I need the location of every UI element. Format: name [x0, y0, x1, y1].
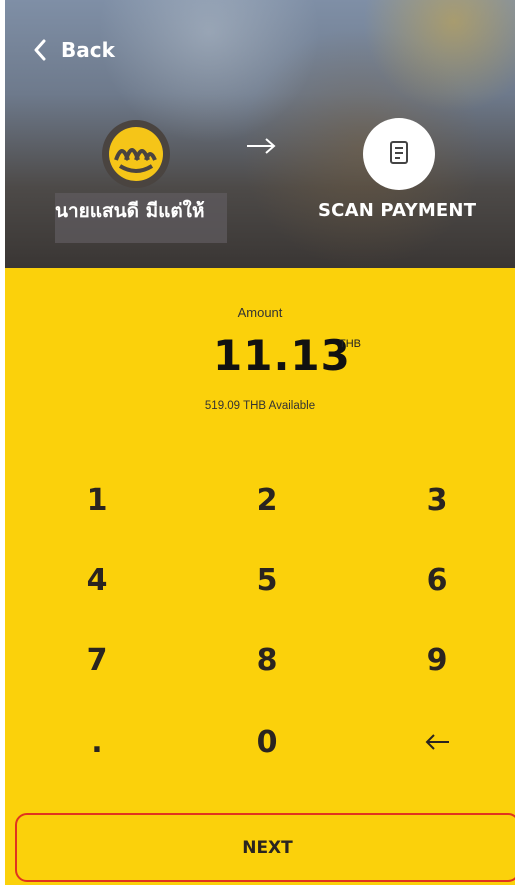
key-6[interactable]: 6: [387, 552, 487, 608]
next-label: NEXT: [242, 837, 293, 858]
key-7[interactable]: 7: [47, 632, 147, 688]
chevron-left-icon: [34, 39, 46, 61]
backspace-arrow-icon: [425, 734, 449, 750]
payee-name: นายแสนดี มีแต่ให้: [55, 200, 205, 222]
arrow-right-icon: [245, 136, 277, 160]
header-banner: Back นายแสนดี มีแต่ให้ SCAN PAYMENT: [5, 0, 515, 268]
bank-logo-icon: [102, 120, 170, 188]
key-decimal[interactable]: .: [47, 714, 147, 770]
scan-payment-label: SCAN PAYMENT: [318, 200, 477, 221]
key-9[interactable]: 9: [387, 632, 487, 688]
back-button[interactable]: Back: [33, 38, 115, 62]
key-4[interactable]: 4: [47, 552, 147, 608]
amount-value: 11.13: [213, 331, 351, 380]
backspace-button[interactable]: [387, 714, 487, 770]
key-3[interactable]: 3: [387, 472, 487, 528]
receipt-icon: [363, 118, 435, 190]
available-balance: 519.09 THB Available: [204, 400, 316, 412]
key-1[interactable]: 1: [47, 472, 147, 528]
key-0[interactable]: 0: [217, 714, 317, 770]
amount-currency: THB: [339, 338, 361, 350]
next-button[interactable]: NEXT: [15, 813, 515, 882]
key-2[interactable]: 2: [217, 472, 317, 528]
payment-screen: Back นายแสนดี มีแต่ให้ SCAN PAYMENT Amou…: [5, 0, 515, 885]
amount-label: Amount: [237, 305, 283, 320]
back-label: Back: [61, 38, 115, 62]
key-8[interactable]: 8: [217, 632, 317, 688]
key-5[interactable]: 5: [217, 552, 317, 608]
